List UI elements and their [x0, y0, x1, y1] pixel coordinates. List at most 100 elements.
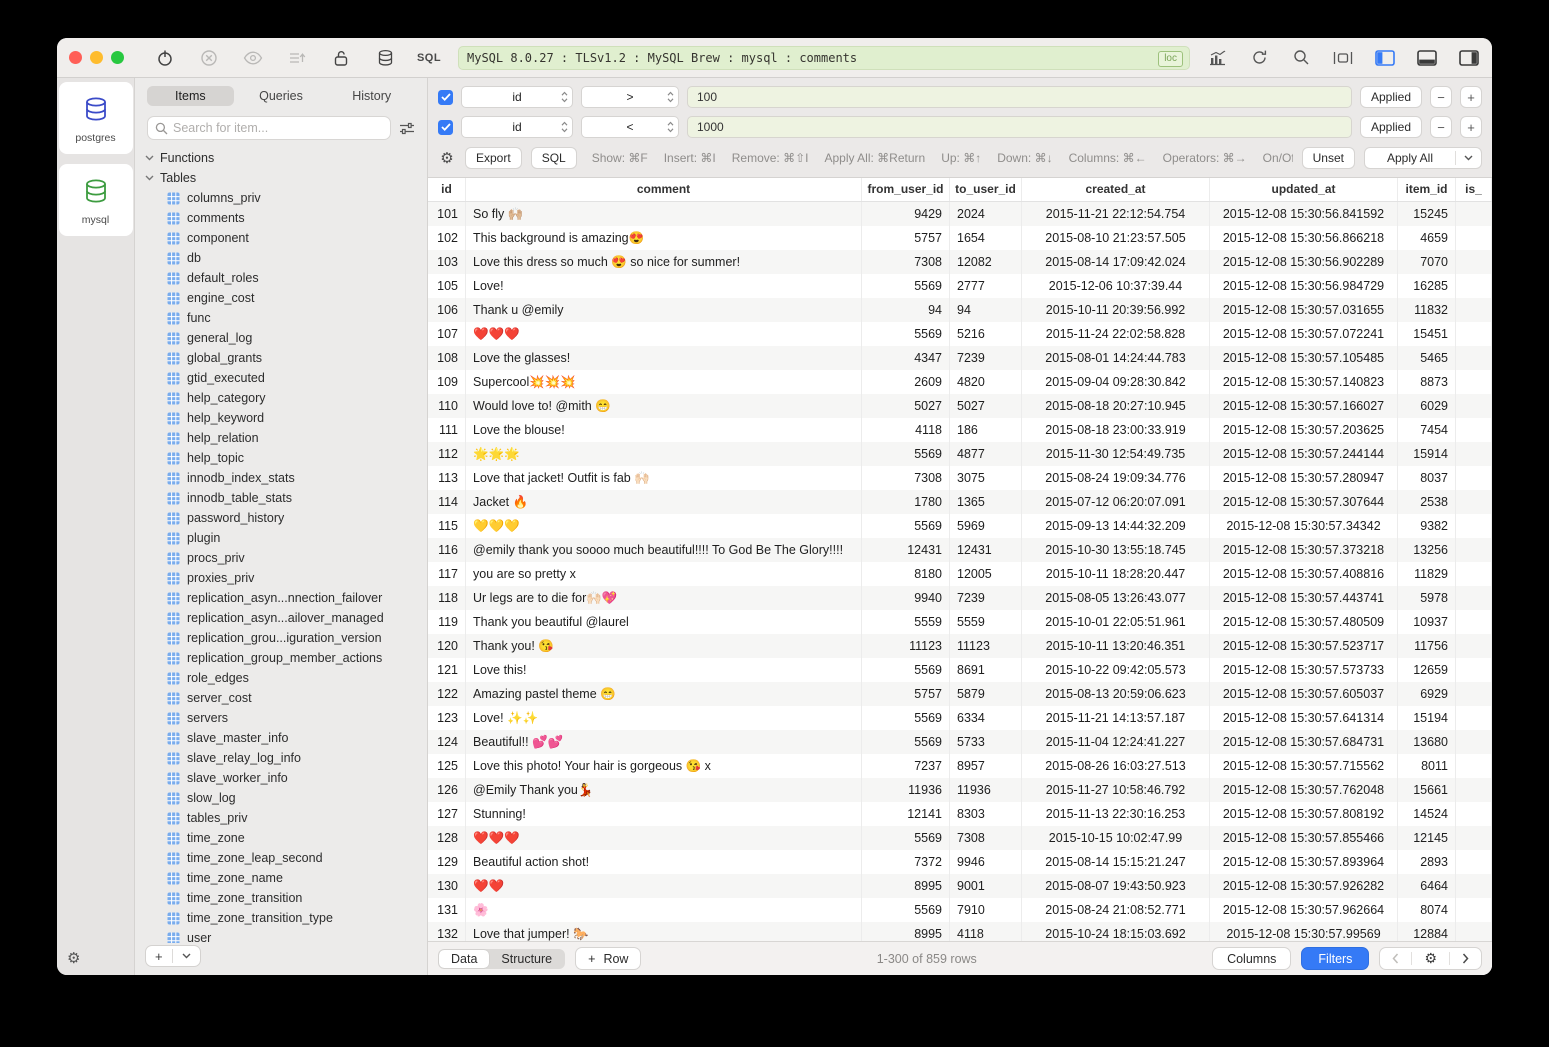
cell-is[interactable] — [1456, 418, 1492, 442]
table-item[interactable]: slave_master_info — [145, 728, 427, 748]
cell-is[interactable] — [1456, 922, 1492, 941]
cell-from-user-id[interactable]: 12431 — [862, 538, 950, 562]
cell-updated-at[interactable]: 2015-12-08 15:30:57.926282 — [1210, 874, 1398, 898]
table-row[interactable]: 119 Thank you beautiful @laurel 5559 555… — [428, 610, 1492, 634]
filter-sliders-icon[interactable] — [399, 122, 415, 135]
column-header-from-user-id[interactable]: from_user_id — [862, 178, 950, 201]
cell-id[interactable]: 102 — [428, 226, 466, 250]
cell-to-user-id[interactable]: 5733 — [950, 730, 1022, 754]
column-header-is[interactable]: is_ — [1456, 178, 1492, 201]
cell-to-user-id[interactable]: 5879 — [950, 682, 1022, 706]
table-item[interactable]: time_zone — [145, 828, 427, 848]
cell-item-id[interactable]: 8011 — [1398, 754, 1456, 778]
cell-to-user-id[interactable]: 7239 — [950, 346, 1022, 370]
cell-id[interactable]: 101 — [428, 202, 466, 226]
cell-from-user-id[interactable]: 5569 — [862, 730, 950, 754]
cell-to-user-id[interactable]: 2024 — [950, 202, 1022, 226]
cell-id[interactable]: 120 — [428, 634, 466, 658]
cell-item-id[interactable]: 6464 — [1398, 874, 1456, 898]
cell-id[interactable]: 113 — [428, 466, 466, 490]
cell-id[interactable]: 106 — [428, 298, 466, 322]
cell-created-at[interactable]: 2015-07-12 06:20:07.091 — [1022, 490, 1210, 514]
structure-tab[interactable]: Structure — [489, 950, 564, 968]
cell-to-user-id[interactable]: 4118 — [950, 922, 1022, 941]
table-item[interactable]: slave_relay_log_info — [145, 748, 427, 768]
cell-from-user-id[interactable]: 5027 — [862, 394, 950, 418]
table-row[interactable]: 106 Thank u @emily 94 94 2015-10-11 20:3… — [428, 298, 1492, 322]
add-filter-button[interactable]: + — [1460, 116, 1482, 138]
filter-enabled-checkbox[interactable] — [438, 90, 453, 105]
cell-is[interactable] — [1456, 874, 1492, 898]
cell-from-user-id[interactable]: 5569 — [862, 514, 950, 538]
cell-id[interactable]: 124 — [428, 730, 466, 754]
table-item[interactable]: role_edges — [145, 668, 427, 688]
table-row[interactable]: 116 @emily thank you soooo much beautifu… — [428, 538, 1492, 562]
cell-id[interactable]: 105 — [428, 274, 466, 298]
cell-to-user-id[interactable]: 7308 — [950, 826, 1022, 850]
table-row[interactable]: 122 Amazing pastel theme 😁 5757 5879 201… — [428, 682, 1492, 706]
cell-updated-at[interactable]: 2015-12-08 15:30:57.140823 — [1210, 370, 1398, 394]
cell-created-at[interactable]: 2015-10-11 20:39:56.992 — [1022, 298, 1210, 322]
cell-is[interactable] — [1456, 562, 1492, 586]
cell-comment[interactable]: Jacket 🔥 — [466, 490, 862, 514]
table-item[interactable]: gtid_executed — [145, 368, 427, 388]
table-item[interactable]: slow_log — [145, 788, 427, 808]
cell-to-user-id[interactable]: 186 — [950, 418, 1022, 442]
cell-from-user-id[interactable]: 5569 — [862, 442, 950, 466]
cell-created-at[interactable]: 2015-10-15 10:02:47.99 — [1022, 826, 1210, 850]
table-item[interactable]: db — [145, 248, 427, 268]
cell-from-user-id[interactable]: 7372 — [862, 850, 950, 874]
minimize-window-button[interactable] — [90, 51, 103, 64]
cell-id[interactable]: 116 — [428, 538, 466, 562]
cell-created-at[interactable]: 2015-08-26 16:03:27.513 — [1022, 754, 1210, 778]
cell-created-at[interactable]: 2015-10-01 22:05:51.961 — [1022, 610, 1210, 634]
tree-section-functions[interactable]: Functions — [145, 148, 427, 168]
cell-from-user-id[interactable]: 5757 — [862, 682, 950, 706]
cell-item-id[interactable]: 11756 — [1398, 634, 1456, 658]
cell-updated-at[interactable]: 2015-12-08 15:30:57.480509 — [1210, 610, 1398, 634]
cell-created-at[interactable]: 2015-08-14 15:15:21.247 — [1022, 850, 1210, 874]
cell-comment[interactable]: 💛💛💛 — [466, 514, 862, 538]
cell-to-user-id[interactable]: 9001 — [950, 874, 1022, 898]
unset-button[interactable]: Unset — [1302, 147, 1355, 169]
cell-created-at[interactable]: 2015-10-30 13:55:18.745 — [1022, 538, 1210, 562]
cell-created-at[interactable]: 2015-10-22 09:42:05.573 — [1022, 658, 1210, 682]
cell-updated-at[interactable]: 2015-12-08 15:30:56.902289 — [1210, 250, 1398, 274]
cell-is[interactable] — [1456, 442, 1492, 466]
cell-is[interactable] — [1456, 754, 1492, 778]
cell-created-at[interactable]: 2015-11-21 22:12:54.754 — [1022, 202, 1210, 226]
cell-from-user-id[interactable]: 9429 — [862, 202, 950, 226]
refresh-icon[interactable] — [1248, 47, 1270, 69]
cell-id[interactable]: 122 — [428, 682, 466, 706]
cell-item-id[interactable]: 2893 — [1398, 850, 1456, 874]
cell-comment[interactable]: Beautiful!! 💕💕 — [466, 730, 862, 754]
cell-created-at[interactable]: 2015-08-24 21:08:52.771 — [1022, 898, 1210, 922]
lock-icon[interactable] — [330, 47, 352, 69]
cell-item-id[interactable]: 5465 — [1398, 346, 1456, 370]
cell-item-id[interactable]: 13256 — [1398, 538, 1456, 562]
search-icon[interactable] — [1290, 47, 1312, 69]
connection-mysql[interactable]: mysql — [59, 164, 133, 236]
cell-comment[interactable]: @emily thank you soooo much beautiful!!!… — [466, 538, 862, 562]
cell-id[interactable]: 114 — [428, 490, 466, 514]
filter-operator-select[interactable]: < — [581, 116, 679, 138]
filter-value-input[interactable]: 1000 — [687, 116, 1352, 138]
table-item[interactable]: user — [145, 928, 427, 943]
cell-item-id[interactable]: 11832 — [1398, 298, 1456, 322]
sql-button[interactable]: SQL — [531, 147, 577, 169]
filter-column-select[interactable]: id — [461, 86, 573, 108]
cell-updated-at[interactable]: 2015-12-08 15:30:57.762048 — [1210, 778, 1398, 802]
cell-from-user-id[interactable]: 11936 — [862, 778, 950, 802]
table-row[interactable]: 120 Thank you! 😘 11123 11123 2015-10-11 … — [428, 634, 1492, 658]
cell-item-id[interactable]: 12659 — [1398, 658, 1456, 682]
cell-item-id[interactable]: 2538 — [1398, 490, 1456, 514]
table-row[interactable]: 101 So fly 🙌🏼 9429 2024 2015-11-21 22:12… — [428, 202, 1492, 226]
cell-to-user-id[interactable]: 6334 — [950, 706, 1022, 730]
cell-updated-at[interactable]: 2015-12-08 15:30:57.715562 — [1210, 754, 1398, 778]
table-item[interactable]: general_log — [145, 328, 427, 348]
table-item[interactable]: replication_group_member_actions — [145, 648, 427, 668]
cell-to-user-id[interactable]: 9946 — [950, 850, 1022, 874]
cell-from-user-id[interactable]: 11123 — [862, 634, 950, 658]
cell-is[interactable] — [1456, 370, 1492, 394]
cell-item-id[interactable]: 12145 — [1398, 826, 1456, 850]
